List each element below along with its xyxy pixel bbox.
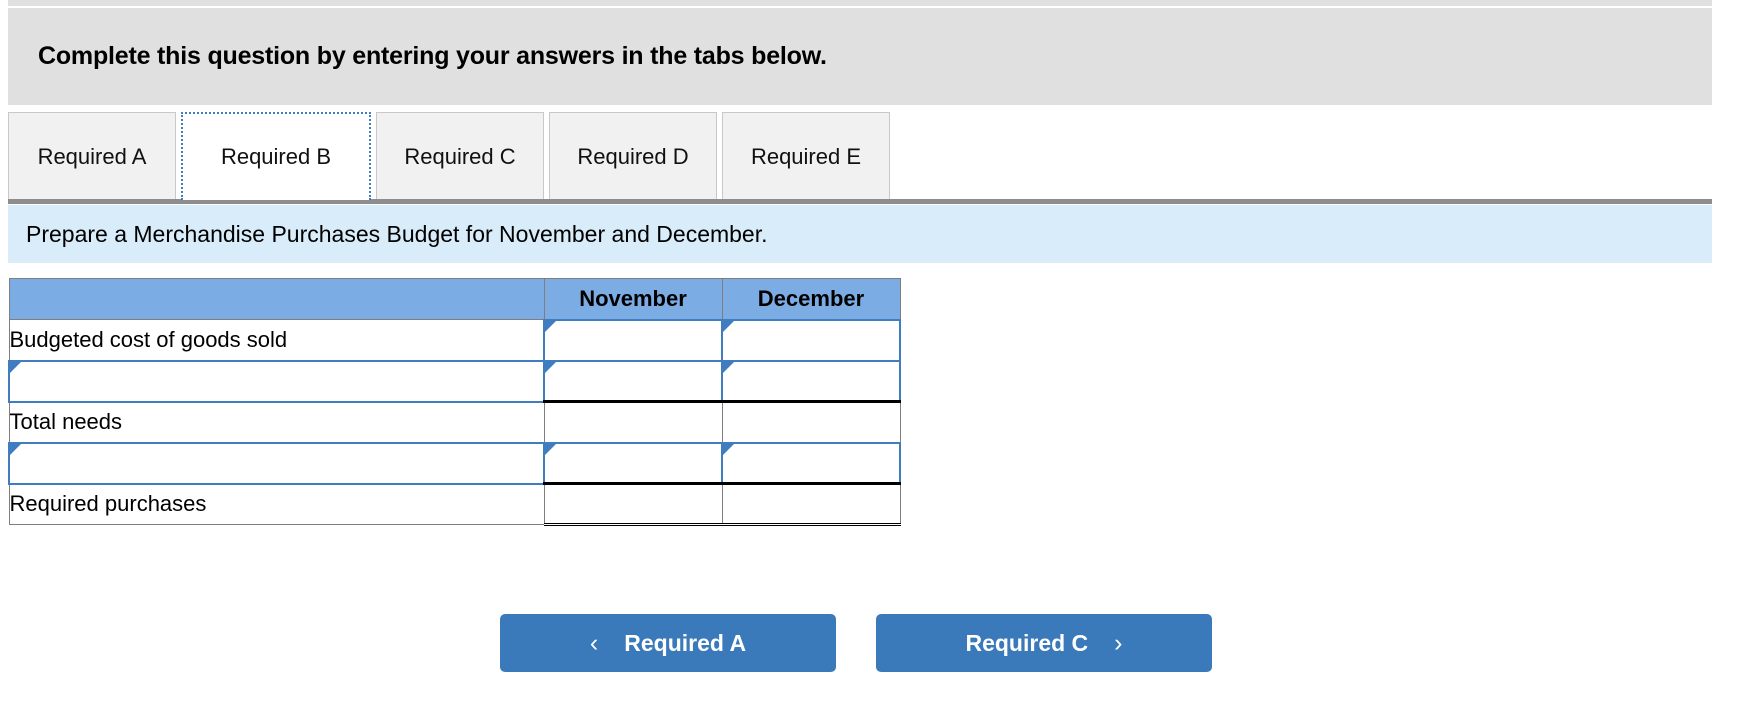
tab-label: Required A [37, 143, 147, 169]
prev-button-label: Required A [624, 629, 747, 656]
next-button-label: Required C [965, 629, 1089, 656]
value-input-december[interactable] [723, 443, 899, 482]
question-page: Complete this question by entering your … [0, 0, 1760, 716]
requirement-text: Prepare a Merchandise Purchases Budget f… [26, 220, 768, 247]
row-label-cell: Required purchases [8, 483, 545, 525]
merchandise-purchases-table: November December Budgeted cost of goods… [8, 278, 901, 526]
value-cell-december [721, 482, 901, 526]
instruction-banner: Complete this question by entering your … [8, 8, 1712, 105]
value-input-cell-december[interactable] [721, 441, 901, 485]
value-input-november[interactable] [545, 320, 721, 360]
value-input-december[interactable] [723, 320, 899, 360]
table-row: Budgeted cost of goods sold [8, 318, 901, 362]
value-input-cell-november[interactable] [543, 441, 723, 485]
row-label-input-cell[interactable] [8, 441, 545, 485]
header-cell-november: November [543, 278, 723, 320]
tab-required-d[interactable]: Required D [549, 112, 717, 200]
value-input-november[interactable] [545, 361, 721, 400]
tab-required-c[interactable]: Required C [376, 112, 544, 200]
cell-marker-icon [545, 361, 556, 373]
cell-marker-icon [545, 443, 556, 455]
tab-required-a[interactable]: Required A [8, 112, 176, 200]
instruction-banner-text: Complete this question by entering your … [38, 42, 827, 70]
table-row: Required purchases [8, 482, 901, 526]
tab-list: Required A Required B Required C Required D… [8, 112, 895, 200]
value-input-cell-december[interactable] [721, 318, 901, 362]
next-required-c-button[interactable]: Required C › [876, 614, 1212, 672]
prev-required-a-button[interactable]: ‹ Required A [500, 614, 836, 672]
top-edge-sliver [8, 0, 1712, 6]
table-body: Budgeted cost of goods sold Total needs Re… [8, 318, 901, 526]
value-cell-november [543, 482, 723, 526]
tab-label: Required D [577, 143, 689, 169]
cell-marker-icon [723, 320, 734, 332]
table-row: Total needs [8, 400, 901, 443]
tab-required-b[interactable]: Required B [181, 112, 371, 200]
tab-label: Required E [750, 143, 862, 169]
cell-marker-icon [723, 361, 734, 373]
value-input-december[interactable] [723, 361, 899, 400]
header-cell-blank [8, 278, 545, 320]
tab-required-e[interactable]: Required E [722, 112, 890, 200]
table-row [8, 441, 901, 485]
tab-label: Required C [404, 143, 516, 169]
value-input-cell-november[interactable] [543, 359, 723, 403]
table-header-row: November December [8, 278, 901, 320]
tab-label: Required B [220, 144, 332, 169]
value-cell-december [721, 400, 901, 443]
row-label-input-cell[interactable] [8, 359, 545, 403]
cell-marker-icon [10, 361, 21, 373]
chevron-left-icon: ‹ [589, 628, 599, 657]
cell-marker-icon [723, 443, 734, 455]
cell-marker-icon [10, 443, 21, 455]
requirement-tabbar: Required A Required B Required C Required D… [8, 112, 1712, 204]
requirement-strip: Prepare a Merchandise Purchases Budget f… [8, 205, 1712, 263]
row-label-input[interactable] [10, 443, 543, 483]
value-input-cell-december[interactable] [721, 359, 901, 403]
row-label-cell: Total needs [8, 401, 545, 443]
value-cell-november [543, 400, 723, 443]
row-label-cell: Budgeted cost of goods sold [8, 319, 545, 361]
cell-marker-icon [545, 320, 556, 332]
table-row [8, 359, 901, 403]
tab-navigation: ‹ Required A Required C › [500, 614, 1212, 672]
value-input-november[interactable] [545, 443, 721, 482]
row-label-input[interactable] [10, 361, 543, 401]
header-cell-december: December [721, 278, 901, 320]
chevron-right-icon: › [1114, 628, 1123, 657]
value-input-cell-november[interactable] [543, 318, 723, 362]
